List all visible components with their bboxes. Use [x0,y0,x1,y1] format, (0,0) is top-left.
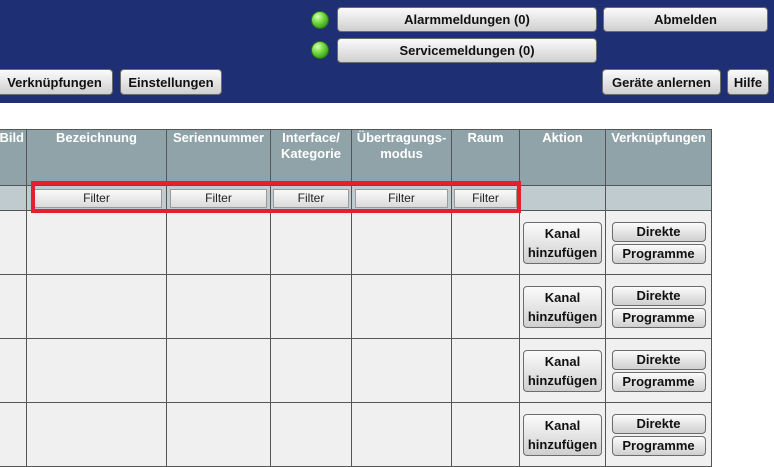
links-menu-button[interactable]: Verknüpfungen [0,69,113,95]
filter-seriennummer-button[interactable]: Filter [170,188,267,208]
help-button[interactable]: Hilfe [727,69,769,95]
header-separator [0,103,774,108]
column-header-bezeichnung[interactable]: Bezeichnung [26,129,167,186]
column-header-aktion: Aktion [519,129,606,186]
add-channel-button[interactable]: Kanal hinzufügen [523,285,602,328]
direct-links-button[interactable]: Direkte [611,413,706,434]
program-links-button[interactable]: Programme [611,307,706,328]
column-header-interface[interactable]: Interface/Kategorie [270,129,352,186]
alarm-messages-button[interactable]: Alarmmeldungen (0) [337,7,597,32]
program-links-button[interactable]: Programme [611,435,706,456]
service-status-led-icon [311,41,329,59]
service-messages-button[interactable]: Servicemeldungen (0) [337,38,597,63]
column-header-bild[interactable]: Bild [0,129,27,186]
direct-links-button[interactable]: Direkte [611,221,706,242]
top-header-bar: Alarmmeldungen (0) Abmelden Servicemeldu… [0,0,774,103]
table-row: Kanal hinzufügen Direkte Programme [0,402,712,467]
filter-raum-button[interactable]: Filter [454,188,517,208]
table-row: Kanal hinzufügen Direkte Programme [0,274,712,339]
add-channel-button[interactable]: Kanal hinzufügen [523,221,602,264]
device-table: Bild Bezeichnung Seriennummer Interface/… [0,129,712,467]
column-header-verknuepfungen: Verknüpfungen [605,129,712,186]
filter-uebertragungsmodus-button[interactable]: Filter [354,188,449,208]
teach-devices-button[interactable]: Geräte anlernen [602,69,721,95]
table-row: Kanal hinzufügen Direkte Programme [0,338,712,403]
add-channel-button[interactable]: Kanal hinzufügen [523,349,602,392]
table-row: Kanal hinzufügen Direkte Programme [0,210,712,275]
column-header-raum[interactable]: Raum [451,129,520,186]
direct-links-button[interactable]: Direkte [611,349,706,370]
settings-menu-button[interactable]: Einstellungen [120,69,222,95]
filter-interface-button[interactable]: Filter [273,188,349,208]
column-header-seriennummer[interactable]: Seriennummer [166,129,271,186]
program-links-button[interactable]: Programme [611,371,706,392]
add-channel-button[interactable]: Kanal hinzufügen [523,413,602,456]
logout-button[interactable]: Abmelden [603,7,768,32]
filter-row: Filter Filter Filter Filter Filter [0,185,712,211]
program-links-button[interactable]: Programme [611,243,706,264]
direct-links-button[interactable]: Direkte [611,285,706,306]
filter-bezeichnung-button[interactable]: Filter [31,188,162,208]
column-header-uebertragungsmodus[interactable]: Übertragungs-modus [351,129,452,186]
alarm-status-led-icon [311,11,329,29]
